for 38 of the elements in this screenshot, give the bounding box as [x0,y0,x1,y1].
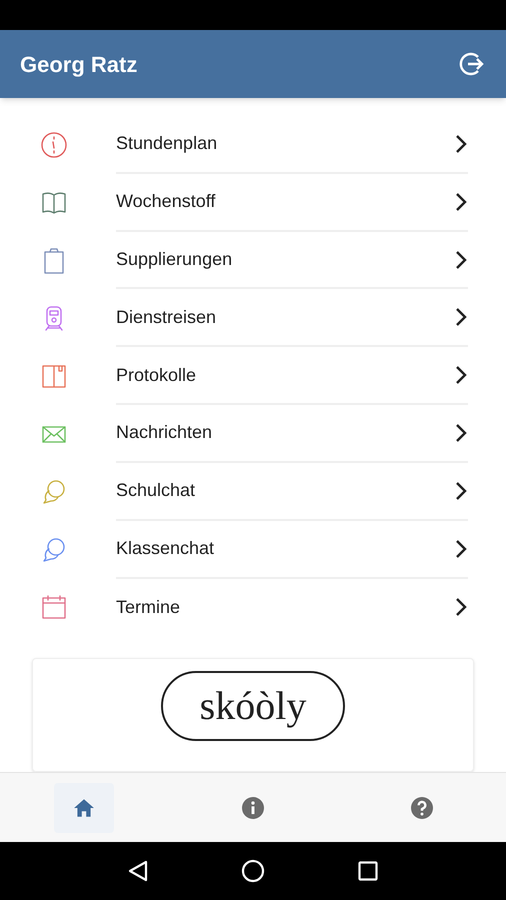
chevron-right-icon [454,307,468,328]
user-name: Georg Ratz [20,50,138,79]
chevron-right-icon [454,538,468,559]
info-icon [242,796,264,818]
menu-label: Wochenstoff [116,190,216,214]
menu-item[interactable]: Supplierungen [0,232,506,290]
chevron-right-icon [454,597,468,618]
menu-item[interactable]: Schulchat [0,462,506,521]
circle-icon [240,859,265,883]
menu-label: Protokolle [116,364,196,387]
menu-label: Schulchat [116,479,196,502]
home-icon [73,796,96,818]
menu-item[interactable]: Dienstreisen [0,289,506,348]
square-icon [358,861,378,881]
nav-tab[interactable] [54,782,114,832]
menu-item[interactable]: Wochenstoff [0,174,506,232]
menu-label: Dienstreisen [116,306,216,329]
menu-item[interactable]: Stundenplan [0,116,506,174]
logo-text: skóòly [200,686,306,726]
menu-item[interactable]: Protokolle [0,347,506,406]
back-icon [126,860,149,882]
menu-label: Termine [116,596,180,619]
menu-item[interactable]: Termine [0,578,506,636]
chevron-right-icon [454,192,468,212]
chevron-right-icon [454,422,468,443]
chevron-right-icon [454,250,468,270]
menu-item[interactable]: Nachrichten [0,405,506,463]
logout-button[interactable] [458,50,486,78]
menu-label: Nachrichten [116,421,212,444]
menu-label: Klassenchat [116,537,214,560]
menu-item[interactable]: Klassenchat [0,520,506,578]
help-icon [410,796,433,818]
chevron-right-icon [454,365,468,386]
chevron-right-icon [454,134,468,154]
menu-label: Stundenplan [116,132,218,156]
logout-icon [459,51,485,77]
menu-label: Supplierungen [116,248,232,272]
chevron-right-icon [454,480,468,501]
